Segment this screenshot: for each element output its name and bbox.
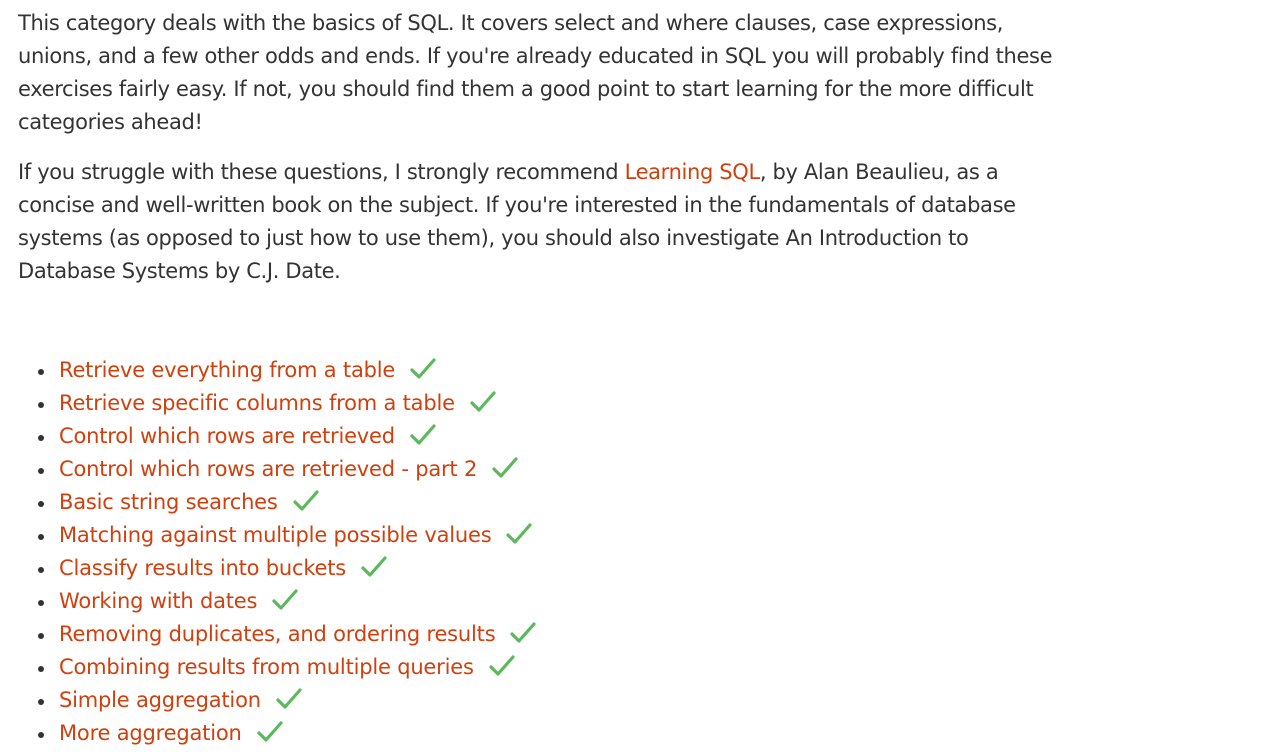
checkmark-icon [360, 554, 388, 580]
checkmark-icon [271, 587, 299, 613]
checkmark-icon [409, 422, 437, 448]
exercise-item: Working with dates [38, 585, 537, 618]
checkmark-icon [509, 620, 537, 646]
bullet-icon [38, 534, 44, 540]
exercise-item: More aggregation [38, 717, 537, 750]
exercise-link[interactable]: Classify results into buckets [59, 556, 346, 580]
exercise-link[interactable]: Matching against multiple possible value… [59, 523, 492, 547]
exercise-link[interactable]: Control which rows are retrieved [59, 424, 395, 448]
exercise-item: Control which rows are retrieved - part … [38, 453, 537, 486]
bullet-icon [38, 369, 44, 375]
exercise-link[interactable]: Working with dates [59, 589, 257, 613]
exercise-link[interactable]: Combining results from multiple queries [59, 655, 474, 679]
exercise-link[interactable]: Retrieve specific columns from a table [59, 391, 455, 415]
exercise-item: Combining results from multiple queries [38, 651, 537, 684]
intro-paragraph-2-text-before: If you struggle with these questions, I … [18, 160, 625, 184]
exercise-item: Basic string searches [38, 486, 537, 519]
checkmark-icon [505, 521, 533, 547]
bullet-icon [38, 732, 44, 738]
bullet-icon [38, 402, 44, 408]
exercise-item: Retrieve everything from a table [38, 354, 537, 387]
exercise-item: Matching against multiple possible value… [38, 519, 537, 552]
exercise-link[interactable]: Control which rows are retrieved - part … [59, 457, 477, 481]
bullet-icon [38, 633, 44, 639]
checkmark-icon [491, 455, 519, 481]
checkmark-icon [488, 653, 516, 679]
exercise-item: Simple aggregation [38, 684, 537, 717]
bullet-icon [38, 666, 44, 672]
exercise-link[interactable]: Removing duplicates, and ordering result… [59, 622, 496, 646]
checkmark-icon [409, 356, 437, 382]
checkmark-icon [275, 686, 303, 712]
exercise-link[interactable]: Basic string searches [59, 490, 278, 514]
exercise-link[interactable]: Retrieve everything from a table [59, 358, 395, 382]
intro-paragraph-2: If you struggle with these questions, I … [18, 156, 1058, 288]
exercise-item: Control which rows are retrieved [38, 420, 537, 453]
bullet-icon [38, 501, 44, 507]
exercise-item: Removing duplicates, and ordering result… [38, 618, 537, 651]
intro-paragraph-1: This category deals with the basics of S… [18, 11, 1053, 134]
category-intro: This category deals with the basics of S… [18, 7, 1058, 305]
exercise-item: Classify results into buckets [38, 552, 537, 585]
bullet-icon [38, 468, 44, 474]
checkmark-icon [292, 488, 320, 514]
exercise-link[interactable]: Simple aggregation [59, 688, 261, 712]
checkmark-icon [469, 389, 497, 415]
exercise-item: Retrieve specific columns from a table [38, 387, 537, 420]
checkmark-icon [256, 719, 284, 745]
bullet-icon [38, 699, 44, 705]
exercise-link[interactable]: More aggregation [59, 721, 242, 745]
bullet-icon [38, 600, 44, 606]
bullet-icon [38, 567, 44, 573]
bullet-icon [38, 435, 44, 441]
learning-sql-link[interactable]: Learning SQL [625, 160, 761, 184]
exercise-list: Retrieve everything from a table Retriev… [38, 354, 537, 750]
